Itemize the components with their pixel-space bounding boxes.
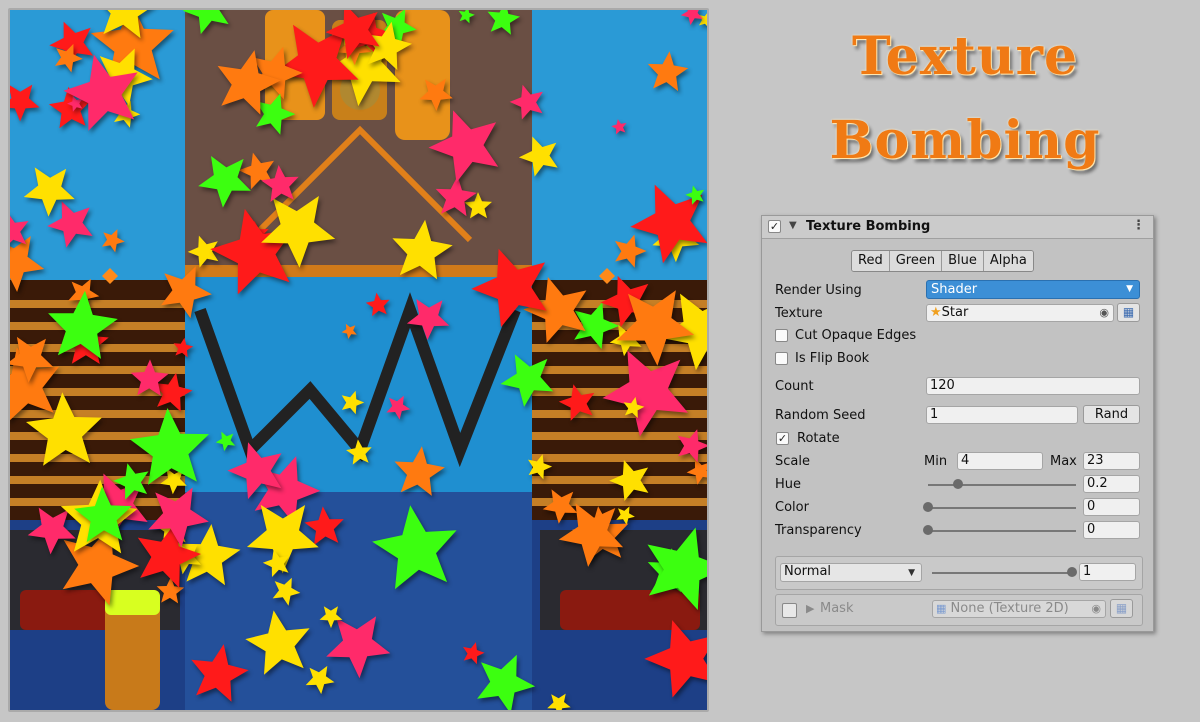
blend-slider-handle[interactable] bbox=[1067, 567, 1077, 577]
rotate-label: Rotate bbox=[797, 431, 840, 446]
texture-grid-icon: ▦ bbox=[1122, 305, 1135, 319]
inspector-header: ✓ ▼ Texture Bombing ⋮ bbox=[762, 216, 1153, 239]
texture-bombing-inspector: ✓ ▼ Texture Bombing ⋮ Red Green Blue Alp… bbox=[761, 215, 1154, 632]
title-bombing: Bombing bbox=[829, 110, 1101, 171]
title-texture: Texture bbox=[851, 26, 1079, 87]
bottle-cap bbox=[105, 590, 160, 615]
transparency-label: Transparency bbox=[775, 523, 862, 538]
color-slider-handle[interactable] bbox=[923, 502, 933, 512]
hue-input[interactable]: 0.2 bbox=[1083, 475, 1140, 493]
transparency-slider-handle[interactable] bbox=[923, 525, 933, 535]
cut-opaque-edges-label: Cut Opaque Edges bbox=[795, 328, 917, 343]
mask-texture-value: None (Texture 2D) bbox=[950, 601, 1069, 616]
render-using-label: Render Using bbox=[775, 283, 862, 298]
scale-min-input[interactable]: 4 bbox=[957, 452, 1043, 470]
blend-group: Normal ▼ 1 bbox=[775, 556, 1143, 590]
color-input[interactable]: 0 bbox=[1083, 498, 1140, 516]
channel-alpha-button[interactable]: Alpha bbox=[983, 251, 1033, 271]
color-label: Color bbox=[775, 500, 809, 515]
cut-opaque-edges-checkbox[interactable] bbox=[775, 329, 788, 342]
hue-label: Hue bbox=[775, 477, 802, 492]
blend-mode-dropdown[interactable]: Normal ▼ bbox=[780, 563, 922, 582]
is-flip-book-label: Is Flip Book bbox=[795, 351, 870, 366]
rotate-checkbox[interactable]: ✓ bbox=[776, 432, 789, 445]
mask-label: Mask bbox=[820, 601, 854, 616]
texture-canvas bbox=[10, 10, 707, 710]
blue-fabric-left bbox=[10, 10, 185, 280]
object-picker-icon[interactable]: ◉ bbox=[1099, 305, 1109, 321]
chevron-down-icon: ▼ bbox=[1126, 284, 1133, 294]
rand-button[interactable]: Rand bbox=[1083, 405, 1140, 424]
blend-value-input[interactable]: 1 bbox=[1079, 563, 1136, 581]
mask-group: ▶ Mask ▦ None (Texture 2D) ◉ ▦ bbox=[775, 594, 1143, 626]
texture-object-field[interactable]: ★Star ◉ bbox=[926, 304, 1114, 322]
texture-value: Star bbox=[941, 305, 969, 320]
bottom-center bbox=[185, 492, 532, 710]
transparency-input[interactable]: 0 bbox=[1083, 521, 1140, 539]
mask-texture-field: ▦ None (Texture 2D) ◉ bbox=[932, 600, 1106, 618]
texture-preview-button[interactable]: ▦ bbox=[1117, 303, 1140, 322]
channel-blue-button[interactable]: Blue bbox=[942, 251, 984, 271]
object-picker-icon: ◉ bbox=[1091, 602, 1101, 615]
star-icon: ★ bbox=[930, 305, 942, 320]
is-flip-book-checkbox[interactable] bbox=[775, 352, 788, 365]
orange-belt bbox=[185, 265, 532, 277]
mask-enabled-checkbox[interactable] bbox=[782, 603, 797, 618]
foldout-arrow-icon[interactable]: ▼ bbox=[789, 220, 797, 231]
mask-foldout-arrow-icon[interactable]: ▶ bbox=[806, 602, 814, 615]
random-seed-input[interactable]: 1 bbox=[926, 406, 1078, 424]
channel-red-button[interactable]: Red bbox=[852, 251, 890, 271]
scale-max-input[interactable]: 23 bbox=[1083, 452, 1140, 470]
hue-slider-track[interactable] bbox=[928, 484, 1076, 486]
blend-slider-track[interactable] bbox=[932, 572, 1072, 574]
render-using-value: Shader bbox=[931, 282, 978, 297]
count-label: Count bbox=[775, 379, 814, 394]
component-enabled-checkbox[interactable]: ✓ bbox=[768, 220, 781, 233]
mask-preview-button: ▦ bbox=[1110, 599, 1133, 618]
kebab-menu-icon[interactable]: ⋮ bbox=[1132, 218, 1145, 233]
texture-2d-icon: ▦ bbox=[936, 602, 947, 615]
texture-grid-icon: ▦ bbox=[1115, 601, 1128, 615]
blend-mode-value: Normal bbox=[784, 564, 832, 579]
channel-green-button[interactable]: Green bbox=[889, 251, 943, 271]
texture-label: Texture bbox=[775, 306, 823, 321]
chevron-down-icon: ▼ bbox=[908, 568, 915, 578]
count-input[interactable]: 120 bbox=[926, 377, 1140, 395]
color-slider-track[interactable] bbox=[928, 507, 1076, 509]
random-seed-label: Random Seed bbox=[775, 408, 866, 423]
scale-min-label: Min bbox=[924, 454, 948, 469]
scale-max-label: Max bbox=[1050, 454, 1077, 469]
hue-slider-handle[interactable] bbox=[952, 479, 963, 489]
tag-right bbox=[560, 590, 700, 630]
render-using-dropdown[interactable]: Shader ▼ bbox=[926, 280, 1140, 299]
scale-label: Scale bbox=[775, 454, 810, 469]
transparency-slider-track[interactable] bbox=[928, 530, 1076, 532]
texture-preview bbox=[8, 8, 709, 712]
component-title: Texture Bombing bbox=[806, 219, 931, 234]
channel-selector: Red Green Blue Alpha bbox=[851, 250, 1034, 272]
